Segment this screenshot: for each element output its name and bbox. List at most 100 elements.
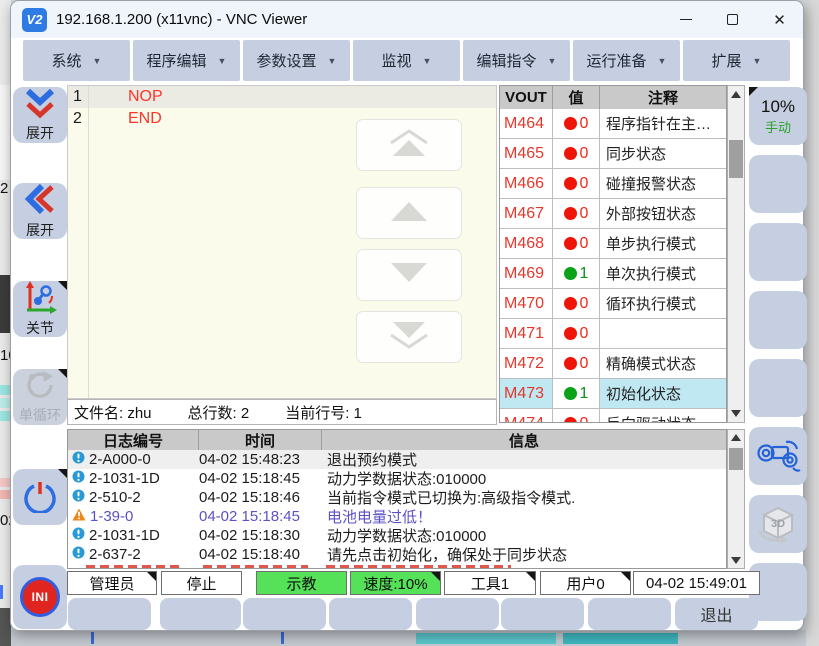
menu-item-param-settings[interactable]: 参数设置 ▼ <box>243 40 350 81</box>
status-label: 停止 <box>186 573 216 594</box>
scroll-up-icon[interactable] <box>731 91 741 98</box>
vout-row[interactable]: M472 0 精确模式状态 <box>500 349 726 379</box>
red-dot-icon <box>564 237 577 250</box>
window-titlebar[interactable]: V2 192.168.1.200 (x11vnc) - VNC Viewer ✕ <box>11 1 803 38</box>
log-id-cell: 2-510-2 <box>68 489 199 506</box>
menu-item-edit-command[interactable]: 编辑指令 ▼ <box>463 40 570 81</box>
minimize-button[interactable] <box>662 1 709 38</box>
red-dot-icon <box>564 327 577 340</box>
chevron-down-icon: ▼ <box>658 56 667 66</box>
right-button-blank-2[interactable] <box>749 223 807 281</box>
bg-fragment <box>563 633 678 644</box>
status-datetime[interactable]: 04-02 15:49:01 <box>633 571 760 595</box>
status-tool[interactable]: 工具1 <box>444 571 536 595</box>
code-line[interactable]: 1 NOP <box>68 86 496 108</box>
page-down-button[interactable] <box>356 311 462 363</box>
status-label: 速度:10% <box>363 573 427 594</box>
right-button-blank-4[interactable] <box>749 359 807 417</box>
bottom-blank-button[interactable] <box>501 598 584 630</box>
vout-row[interactable]: M464 0 程序指针在主… <box>500 109 726 139</box>
vout-row[interactable]: M469 1 单次执行模式 <box>500 259 726 289</box>
scroll-up-icon[interactable] <box>731 434 741 441</box>
sidebar-button-power[interactable] <box>13 469 67 525</box>
line-up-button[interactable] <box>356 187 462 239</box>
sidebar-button-joint[interactable]: 关节 <box>13 281 67 337</box>
line-code: END <box>128 110 162 128</box>
vout-row[interactable]: M467 0 外部按钮状态 <box>500 199 726 229</box>
log-row[interactable]: 2-A000-0 04-02 15:48:23 退出预约模式 <box>68 450 726 469</box>
bottom-blank-button[interactable] <box>588 598 671 630</box>
bottom-blank-button[interactable] <box>416 598 499 630</box>
right-button-view-3d[interactable]: 3D <box>749 495 807 553</box>
line-down-button[interactable] <box>356 249 462 301</box>
log-row[interactable]: 1-39-0 04-02 15:18:45 电池电量过低！ <box>68 507 726 526</box>
right-button-handle-controller[interactable] <box>749 427 807 485</box>
log-row[interactable]: 2-637-2 04-02 15:18:40 请先点击初始化，确保处于同步状态 <box>68 545 726 564</box>
right-button-blank-1[interactable] <box>749 155 807 213</box>
sidebar-button-expand-left[interactable]: 展开 <box>13 183 67 239</box>
ini-icon: INI <box>20 577 60 617</box>
log-time-cell: 04-02 15:18:45 <box>199 508 322 525</box>
log-scrollbar[interactable] <box>727 429 745 569</box>
vout-row[interactable]: M471 0 <box>500 319 726 349</box>
sidebar-button-expand-down[interactable]: 展开 <box>13 87 67 143</box>
sidebar-button-ini[interactable]: INI <box>13 565 67 629</box>
vout-scrollbar[interactable] <box>727 85 745 423</box>
chevrons-down-icon <box>23 87 57 122</box>
log-row[interactable]: 2-510-2 04-02 15:18:46 当前指令模式已切换为:高级指令模式… <box>68 488 726 507</box>
sidebar-button-single-cycle[interactable]: 单循环 <box>13 369 67 425</box>
status-run-state[interactable]: 停止 <box>161 571 242 595</box>
vout-row[interactable]: M474 0 反向驱动状态 <box>500 409 726 423</box>
close-icon: ✕ <box>773 11 786 29</box>
corner-mark-icon <box>621 572 630 581</box>
right-button-blank-3[interactable] <box>749 291 807 349</box>
vout-scrollbar-thumb[interactable] <box>729 140 743 178</box>
clipped-text-fragment <box>203 565 308 569</box>
bottom-blank-button[interactable] <box>160 598 241 630</box>
vout-row[interactable]: M473 1 初始化状态 <box>500 379 726 409</box>
desktop-bottom-strip <box>11 630 819 646</box>
close-button[interactable]: ✕ <box>756 1 803 38</box>
page-up-button[interactable] <box>356 119 462 171</box>
triangle-down-icon <box>381 259 437 292</box>
vout-value: 1 <box>553 379 600 408</box>
menu-item-label: 程序编辑 <box>147 50 207 71</box>
double-chevron-up-icon <box>381 128 437 163</box>
status-user[interactable]: 用户0 <box>540 571 631 595</box>
log-row[interactable]: 2-1031-1D 04-02 15:18:30 动力学数据状态:010000 <box>68 526 726 545</box>
vout-name: M474 <box>500 409 553 423</box>
status-role[interactable]: 管理员 <box>67 571 157 595</box>
chevrons-left-icon <box>24 182 56 219</box>
log-scrollbar-thumb[interactable] <box>729 448 743 470</box>
chevron-down-icon: ▼ <box>218 56 227 66</box>
power-icon <box>23 479 57 516</box>
vout-value: 0 <box>553 199 600 228</box>
status-speed[interactable]: 速度:10% <box>350 571 441 595</box>
menu-item-program-edit[interactable]: 程序编辑 ▼ <box>133 40 240 81</box>
menu-item-system[interactable]: 系统 ▼ <box>23 40 130 81</box>
menu-item-monitor[interactable]: 监视 ▼ <box>353 40 460 81</box>
vout-comment: 单次执行模式 <box>600 259 726 288</box>
vout-row[interactable]: M468 0 单步执行模式 <box>500 229 726 259</box>
bottom-blank-button[interactable] <box>243 598 326 630</box>
menu-item-run-prepare[interactable]: 运行准备 ▼ <box>573 40 680 81</box>
maximize-button[interactable] <box>709 1 756 38</box>
status-mode[interactable]: 示教 <box>256 571 347 595</box>
vout-row[interactable]: M470 0 循环执行模式 <box>500 289 726 319</box>
log-row[interactable]: 2-1031-1D 04-02 15:18:45 动力学数据状态:010000 <box>68 469 726 488</box>
exit-button[interactable]: 退出 <box>675 598 758 630</box>
scroll-down-icon[interactable] <box>731 410 741 417</box>
vnc-viewer-window: V2 192.168.1.200 (x11vnc) - VNC Viewer ✕… <box>10 0 804 631</box>
vout-value: 0 <box>553 409 600 423</box>
bottom-blank-button[interactable] <box>68 598 151 630</box>
vout-row[interactable]: M466 0 碰撞报警状态 <box>500 169 726 199</box>
vout-column-header: 值 <box>553 86 600 109</box>
vout-row[interactable]: M465 0 同步状态 <box>500 139 726 169</box>
right-button-speed-mode[interactable]: 10% 手动 <box>749 87 807 145</box>
scroll-down-icon[interactable] <box>731 557 741 564</box>
menu-item-extend[interactable]: 扩展 ▼ <box>683 40 790 81</box>
line-number: 1 <box>68 88 90 106</box>
status-label: 用户0 <box>566 573 604 594</box>
bottom-blank-button[interactable] <box>329 598 412 630</box>
red-dot-icon <box>564 417 577 423</box>
